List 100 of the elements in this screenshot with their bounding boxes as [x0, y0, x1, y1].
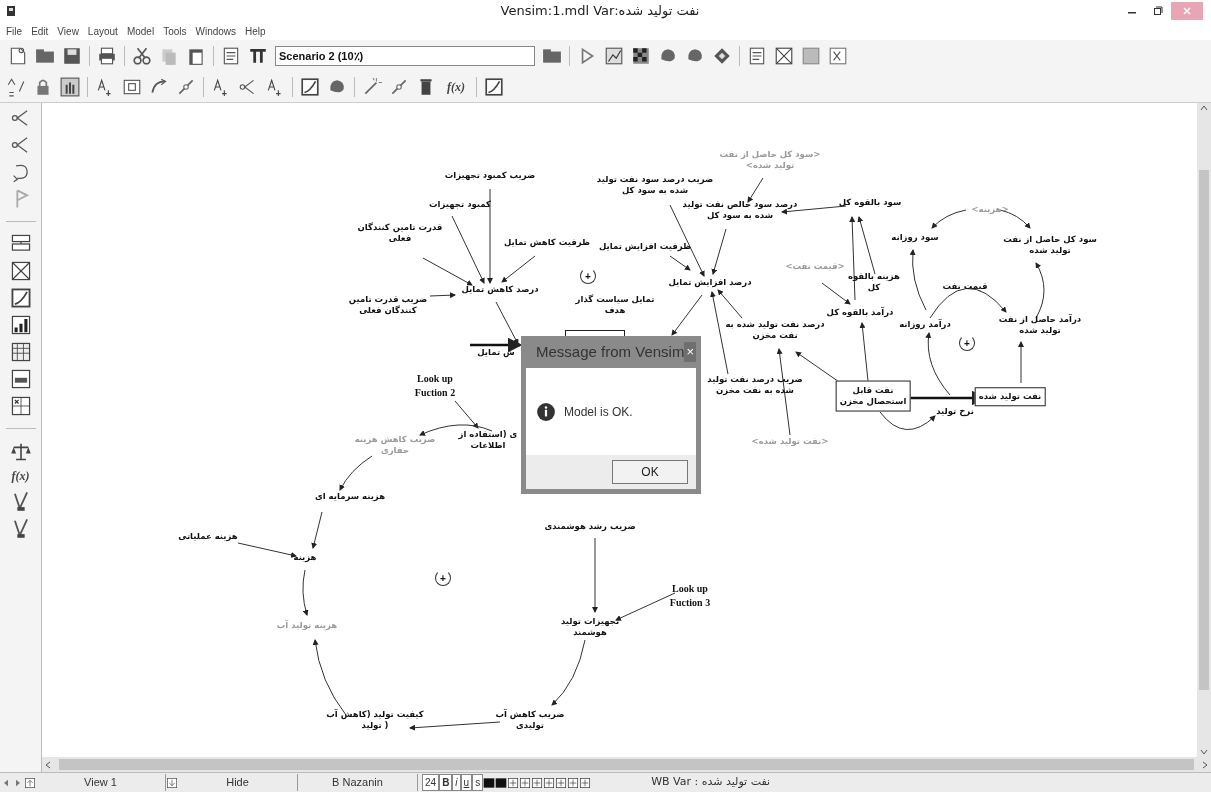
wand-icon[interactable]	[362, 77, 382, 97]
new-file-icon[interactable]	[8, 46, 28, 66]
hide-button[interactable]: Hide	[178, 774, 298, 791]
menu-item[interactable]: Model	[126, 23, 155, 39]
variable-label: درآمد بالقوه کل	[826, 307, 894, 319]
link-arrow	[302, 569, 309, 616]
variable-label: هزینه سرمایه ای	[314, 491, 386, 503]
menu-item[interactable]: Layout	[87, 23, 118, 39]
menu-item[interactable]: Windows	[195, 23, 237, 39]
crossed-box-icon[interactable]	[9, 260, 32, 282]
shadow-variable-label: هزینه تولید آب	[276, 620, 338, 632]
style-button[interactable]: s	[472, 774, 484, 791]
square-icon[interactable]	[801, 46, 821, 66]
variable-label: نرخ تولید	[936, 406, 974, 418]
equation-icon[interactable]	[484, 77, 504, 97]
variable-label: ظرفیت افزایش تمایل	[599, 241, 691, 253]
link-icon[interactable]	[389, 77, 409, 97]
variable-label: کمبود تجهیزات	[429, 199, 491, 211]
scroll-right-icon[interactable]	[1202, 760, 1208, 769]
align-icon[interactable]	[543, 776, 556, 789]
hand-icon[interactable]	[60, 77, 80, 97]
table-icon[interactable]	[9, 341, 32, 363]
font-size-field[interactable]: 24	[422, 774, 440, 791]
variable-label: کیفیت تولید (کاهش آب ( تولید	[326, 708, 424, 732]
menu-item[interactable]: Edit	[31, 23, 49, 39]
scenario-field[interactable]: Scenario 2 (10٪)	[275, 46, 535, 66]
document-icon[interactable]	[221, 46, 241, 66]
shadow-variable-label: <سود کل حاصل از نفت تولید شده>	[719, 148, 821, 172]
variable-label: درصد کاهش تمایل	[461, 284, 539, 296]
shadow-variable-label: ضریب کاهش هزینه حفاری	[354, 433, 436, 457]
style-button[interactable]: i	[452, 774, 461, 791]
save-icon[interactable]	[62, 46, 82, 66]
scroll-down-icon[interactable]	[1200, 749, 1208, 755]
crossed-box-icon[interactable]	[774, 46, 794, 66]
lookup-label: Look up Fuction 2	[414, 371, 456, 399]
chart-icon[interactable]	[604, 46, 624, 66]
link-arrow	[237, 542, 297, 558]
horizontal-scrollbar[interactable]	[42, 757, 1211, 772]
variable-label: درآمد حاصل از نفت تولید شده	[998, 313, 1082, 337]
color-swatch-icon[interactable]	[531, 776, 544, 789]
close-button[interactable]: ×	[684, 342, 696, 362]
color-swatch-icon[interactable]	[495, 776, 508, 789]
variable-label: ی (استفاده از اطلاعات	[458, 428, 518, 452]
menu-item[interactable]: Tools	[163, 23, 187, 39]
box-tool-icon[interactable]	[122, 77, 142, 97]
link-arrow	[501, 255, 536, 283]
menu-item[interactable]: File	[6, 23, 23, 39]
pi-icon[interactable]	[248, 46, 268, 66]
variable-label: هزینه بالقوه کل	[848, 270, 900, 294]
variable-label: ضریب درصد سود نفت تولید شده به سود کل	[596, 173, 714, 197]
app-icon[interactable]	[6, 5, 16, 17]
function-button[interactable]: f(x)	[443, 78, 469, 96]
graph-icon[interactable]	[9, 287, 32, 309]
variable-label: هزینه عملیاتی	[178, 531, 238, 543]
arrow-style-icon[interactable]	[519, 776, 532, 789]
variable-label: درآمد روزانه	[899, 319, 951, 331]
layers-icon[interactable]	[579, 776, 592, 789]
link-arrow	[925, 332, 951, 396]
variable-label: ش تمایل	[477, 347, 515, 359]
print-icon[interactable]	[97, 46, 117, 66]
variable-label: قیمت نفت	[942, 281, 988, 293]
menu-item[interactable]: View	[57, 23, 79, 39]
lookup-label: Look up Fuction 3	[669, 581, 711, 609]
text-position-icon[interactable]	[555, 776, 568, 789]
scroll-up-icon[interactable]	[1200, 105, 1208, 111]
checkerboard-icon[interactable]	[631, 46, 651, 66]
sheet-icon[interactable]	[9, 368, 32, 390]
view-selector[interactable]: View 1	[36, 774, 166, 791]
up-box-icon[interactable]	[24, 776, 36, 789]
document-icon[interactable]	[747, 46, 767, 66]
function-button[interactable]: f(x)	[11, 467, 30, 485]
vertical-scrollbar[interactable]	[1197, 103, 1211, 757]
shape-icon[interactable]	[507, 776, 520, 789]
folder-icon[interactable]	[35, 46, 55, 66]
link-arrow	[1018, 341, 1024, 384]
ok-button[interactable]: OK	[612, 460, 688, 484]
dialog-title: Message from Vensim	[536, 341, 685, 362]
grid-icon[interactable]	[9, 395, 32, 417]
maximize-icon[interactable]	[1153, 6, 1163, 16]
folder-icon[interactable]	[542, 46, 562, 66]
diamond-icon[interactable]	[712, 46, 732, 66]
variable-label: قدرت تامین کنندگان فعلی	[357, 221, 443, 245]
font-selector[interactable]: B Nazanin	[298, 774, 418, 791]
menu-item[interactable]: Help	[245, 23, 266, 39]
x-box-icon[interactable]	[828, 46, 848, 66]
bar-chart-icon[interactable]	[9, 314, 32, 336]
variable-label: ضریب رشد هوشمندی	[544, 521, 636, 533]
paste-icon[interactable]	[186, 46, 206, 66]
variable-label: ضریب درصد نفت تولید شده به نفت مخزن	[707, 373, 803, 397]
variable-label: تمایل سیاست گذار هدف	[575, 293, 655, 317]
sketch-icon[interactable]	[300, 77, 320, 97]
grid-icon[interactable]	[567, 776, 580, 789]
variable-label: درصد نفت تولید شده به نفت مخزن	[725, 318, 825, 342]
link-arrow	[747, 177, 764, 203]
link-arrow	[671, 294, 703, 336]
color-swatch-icon[interactable]	[483, 776, 496, 789]
cut-icon[interactable]	[132, 46, 152, 66]
style-button[interactable]: B	[439, 774, 453, 791]
down-box-icon[interactable]	[166, 776, 178, 789]
scroll-left-icon[interactable]	[45, 760, 51, 769]
